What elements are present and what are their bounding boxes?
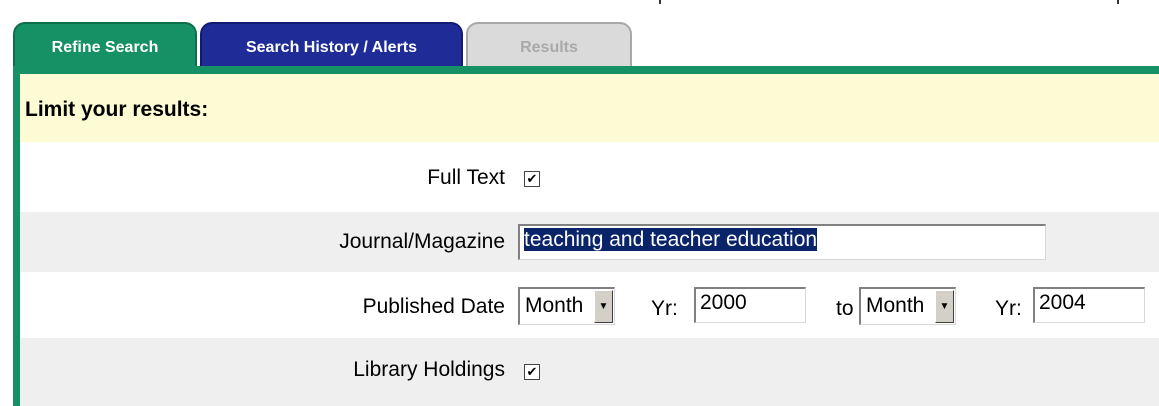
- tab-refine-search-label: Refine Search: [51, 39, 159, 56]
- from-year-input[interactable]: 2000: [694, 287, 806, 323]
- full-text-label: Full Text: [427, 166, 505, 189]
- full-text-row: Full Text ✔: [20, 142, 1159, 212]
- tab-search-history-label: Search History / Alerts: [245, 39, 418, 56]
- chevron-down-icon[interactable]: ▼: [594, 290, 613, 323]
- journal-row: Journal/Magazine teaching and teacher ed…: [20, 212, 1159, 272]
- from-month-value: Month: [525, 294, 584, 317]
- to-month-select[interactable]: Month ▼: [859, 287, 956, 325]
- to-year-label: Yr:: [995, 297, 1022, 320]
- chevron-down-icon[interactable]: ▼: [935, 290, 954, 323]
- top-edge-mark: [1117, 0, 1119, 4]
- to-year-value: 2004: [1039, 291, 1086, 314]
- journal-input[interactable]: teaching and teacher education: [518, 224, 1046, 260]
- checkmark-icon: ✔: [526, 171, 538, 186]
- to-year-input[interactable]: 2004: [1033, 287, 1145, 323]
- published-date-row: Published Date Month ▼ Yr: 2000 to Month…: [20, 272, 1159, 338]
- panel-top-border: [13, 66, 1159, 74]
- tab-search-history-alerts[interactable]: Search History / Alerts: [200, 22, 463, 66]
- refine-search-panel: Limit your results: Full Text ✔ Journal/…: [13, 66, 1159, 406]
- top-edge: [0, 0, 1159, 4]
- journal-input-value: teaching and teacher education: [524, 228, 818, 251]
- library-holdings-row: Library Holdings ✔: [20, 338, 1159, 406]
- library-holdings-checkbox[interactable]: ✔: [524, 364, 540, 380]
- page-title: Limit your results:: [25, 98, 209, 121]
- limit-results-header: Limit your results:: [20, 74, 1159, 142]
- from-year-label: Yr:: [651, 297, 678, 320]
- panel-left-border: [13, 66, 20, 406]
- top-edge-mark: [659, 0, 661, 4]
- library-holdings-label: Library Holdings: [353, 358, 505, 381]
- to-month-value: Month: [866, 294, 925, 317]
- tab-refine-search[interactable]: Refine Search: [13, 22, 197, 66]
- tab-results-label: Results: [520, 39, 578, 56]
- to-label: to: [836, 297, 854, 320]
- from-month-select[interactable]: Month ▼: [518, 287, 615, 325]
- journal-label: Journal/Magazine: [339, 230, 505, 253]
- tab-results[interactable]: Results: [466, 22, 632, 66]
- published-date-label: Published Date: [362, 295, 505, 318]
- from-year-value: 2000: [700, 291, 747, 314]
- checkmark-icon: ✔: [526, 364, 538, 379]
- full-text-checkbox[interactable]: ✔: [524, 171, 540, 187]
